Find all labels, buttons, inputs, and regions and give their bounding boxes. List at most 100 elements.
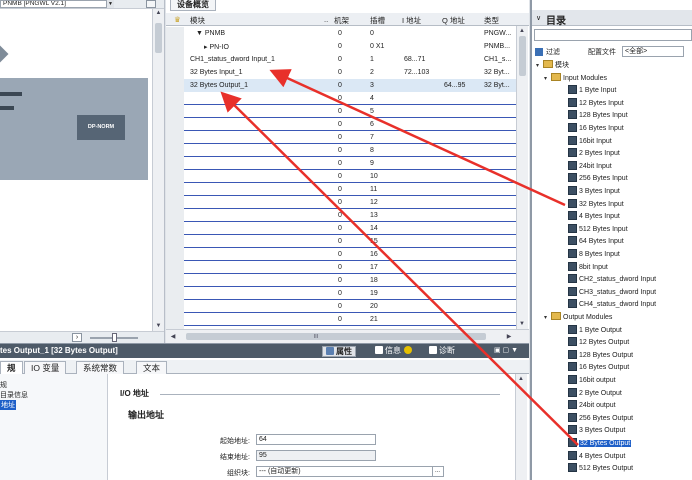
panel-controls-icon[interactable]: ▣ ▢ ▼ [494, 346, 518, 354]
row-header[interactable] [166, 40, 184, 53]
toolbar-icon[interactable] [146, 0, 156, 8]
table-row[interactable]: ▼ PNMB 0 0 PNGW... [166, 27, 516, 40]
tree-folder[interactable]: ▾ 模块 [536, 60, 569, 72]
network-vertical-scrollbar[interactable]: ▲ ▼ [152, 9, 164, 331]
table-row[interactable]: 0 14 [166, 222, 516, 235]
catalog-module-item[interactable]: 24bit Input [568, 160, 612, 173]
overview-horizontal-scrollbar[interactable]: ◀ III ▶ [166, 329, 529, 343]
catalog-module-item[interactable]: 16bit Input [568, 135, 612, 148]
row-header[interactable] [166, 105, 184, 118]
subtab-general[interactable]: 规 [0, 361, 23, 374]
row-header[interactable] [166, 144, 184, 157]
row-header[interactable] [166, 300, 184, 313]
table-row[interactable]: 0 20 [166, 300, 516, 313]
catalog-module-item[interactable]: 512 Bytes Output [568, 463, 633, 475]
table-row[interactable]: 09 [166, 157, 516, 170]
row-header[interactable] [166, 131, 184, 144]
row-header[interactable] [166, 92, 184, 105]
table-row[interactable]: 05 [166, 105, 516, 118]
subtab-io-tags[interactable]: IO 变量 [24, 361, 67, 374]
row-header[interactable] [166, 118, 184, 131]
row-header[interactable] [166, 248, 184, 261]
catalog-module-item[interactable]: 8 Bytes Input [568, 249, 620, 261]
properties-scrollbar[interactable]: ▲ [515, 374, 527, 480]
tree-folder[interactable]: ▾ Output Modules [544, 312, 612, 324]
scroll-up-icon[interactable]: ▲ [517, 26, 527, 36]
catalog-module-item[interactable]: 12 Bytes Input [568, 97, 624, 110]
filter-checkbox[interactable] [535, 48, 543, 56]
catalog-module-item[interactable]: 32 Bytes Input [568, 198, 624, 211]
row-header[interactable] [166, 183, 184, 196]
scroll-down-icon[interactable]: ▼ [517, 319, 527, 329]
table-row[interactable]: 04 [166, 92, 516, 105]
table-row[interactable]: 07 [166, 131, 516, 144]
subtab-texts[interactable]: 文本 [136, 361, 168, 374]
tree-toggle-icon[interactable]: ▾ [536, 60, 543, 72]
catalog-module-item[interactable]: 1 Byte Input [568, 85, 616, 97]
device-dropdown[interactable]: PNMB [PNGWL V2.1] [0, 0, 114, 8]
tab-device-overview[interactable]: 设备概览 [170, 0, 216, 11]
row-header[interactable] [166, 170, 184, 183]
row-header[interactable] [166, 66, 184, 79]
col-header-rack[interactable]: 机架 [334, 15, 349, 26]
catalog-module-item[interactable]: 16 Bytes Input [568, 123, 624, 135]
catalog-module-item[interactable]: 16bit output [568, 375, 616, 387]
scroll-up-icon[interactable]: ▲ [153, 9, 164, 18]
row-header[interactable] [166, 274, 184, 287]
scroll-left-icon[interactable]: ◀ [168, 332, 178, 342]
row-header[interactable] [166, 261, 184, 274]
tab-properties[interactable]: 属性 [322, 346, 356, 357]
col-header-slot[interactable]: 插槽 [370, 15, 385, 26]
tab-diagnostics[interactable]: 诊断 [426, 346, 458, 357]
chevron-down-icon[interactable]: ∨ [536, 14, 541, 22]
row-header[interactable] [166, 313, 184, 326]
row-header[interactable] [166, 222, 184, 235]
catalog-header[interactable]: ∨ 目录 [532, 10, 692, 27]
catalog-module-item[interactable]: 2 Bytes Input [568, 148, 620, 160]
scroll-thumb[interactable] [155, 23, 162, 53]
catalog-module-item[interactable]: 3 Bytes Output [568, 425, 625, 437]
row-header[interactable] [166, 235, 184, 248]
table-row[interactable]: 0 12 [166, 196, 516, 209]
row-header[interactable] [166, 53, 184, 66]
row-header[interactable] [166, 196, 184, 209]
table-row[interactable]: 32 Bytes Output_1 0 3 64...95 32 Byt... [166, 79, 516, 92]
zoom-slider-knob[interactable] [112, 333, 117, 342]
catalog-module-item[interactable]: 24bit output [568, 400, 616, 412]
scroll-thumb[interactable] [519, 36, 526, 76]
nav-item-general[interactable]: 规 [0, 380, 7, 390]
catalog-module-item[interactable]: 128 Bytes Output [568, 349, 633, 362]
table-row[interactable]: CH1_status_dword Input_1 0 1 68...71 CH1_s..… [166, 53, 516, 66]
tree-toggle-icon[interactable]: ▾ [544, 73, 551, 85]
table-row[interactable]: 0 15 [166, 235, 516, 248]
table-row[interactable]: 0 13 [166, 209, 516, 222]
scroll-down-icon[interactable]: ▼ [153, 322, 164, 331]
row-header[interactable] [166, 157, 184, 170]
row-header[interactable] [166, 27, 184, 40]
catalog-module-item[interactable]: 1 Byte Output [568, 324, 622, 337]
nav-item-address[interactable]: 地址 [0, 400, 16, 410]
org-block-field[interactable]: --- (自动更新) [256, 466, 444, 477]
catalog-module-item[interactable]: 12 Bytes Output [568, 337, 629, 349]
dp-norm-module[interactable]: DP-NORM [77, 115, 125, 140]
table-row[interactable]: 0 16 [166, 248, 516, 261]
catalog-module-item[interactable]: 64 Bytes Input [568, 236, 624, 248]
table-row[interactable]: 32 Bytes Input_1 0 2 72...103 32 Byt... [166, 66, 516, 79]
catalog-module-item[interactable]: 256 Bytes Output [568, 412, 633, 425]
catalog-module-item[interactable]: 16 Bytes Output [568, 362, 629, 374]
tree-folder[interactable]: ▾ Input Modules [544, 72, 607, 85]
row-header[interactable] [166, 287, 184, 300]
table-row[interactable]: 0 19 [166, 287, 516, 300]
nav-item-catalog-info[interactable]: 目录信息 [0, 390, 28, 400]
org-block-browse-button[interactable]: ... [432, 466, 444, 477]
tree-toggle-icon[interactable]: ▾ [544, 312, 551, 324]
table-row[interactable]: 0 17 [166, 261, 516, 274]
catalog-search-input[interactable] [534, 29, 692, 41]
scroll-thumb[interactable] [186, 333, 486, 340]
scroll-up-icon[interactable]: ▲ [516, 374, 526, 384]
chevron-right-icon[interactable]: › [72, 333, 82, 342]
catalog-module-item[interactable]: 8bit Input [568, 261, 608, 274]
catalog-module-item[interactable]: 4 Bytes Output [568, 450, 625, 463]
table-row[interactable]: 0 11 [166, 183, 516, 196]
catalog-module-item[interactable]: 512 Bytes Input [568, 223, 628, 236]
